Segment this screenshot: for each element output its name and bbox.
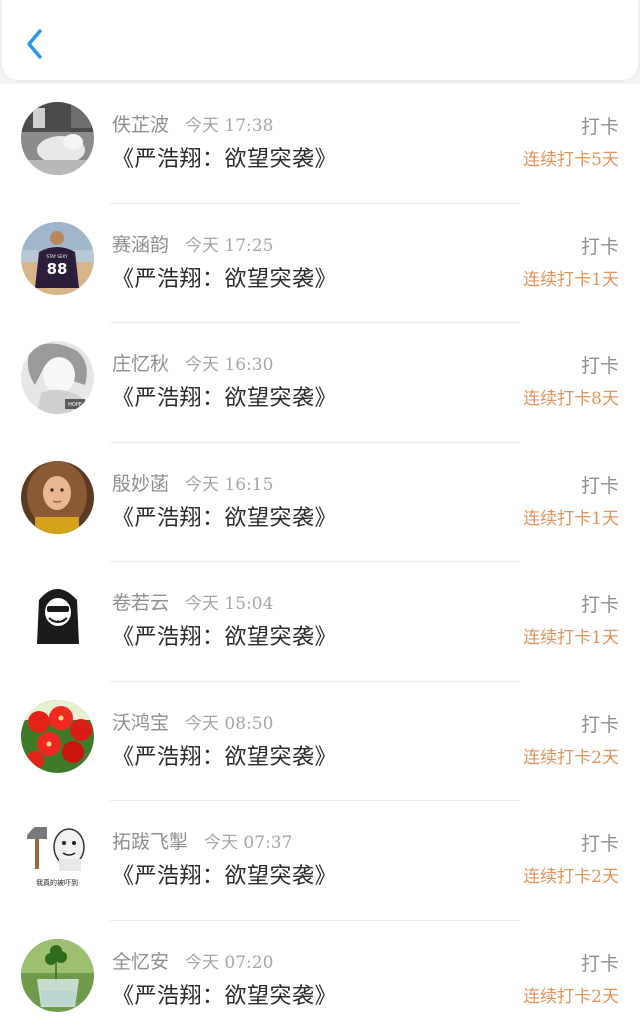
user-name: 赛涵韵 今天 17:25	[112, 233, 274, 256]
book-title: 《严浩翔：欲望突袭》	[112, 386, 338, 411]
list-item[interactable]: 全忆安 今天 07:20 《严浩翔：欲望突袭》 打卡 连续打卡2天	[0, 921, 640, 1029]
streak-badge: 连续打卡2天	[523, 986, 619, 1007]
streak-badge: 连续打卡5天	[523, 150, 619, 170]
streak-badge: 连续打卡1天	[523, 269, 619, 290]
checkin-time: 今天 16:30	[185, 355, 274, 375]
list-item[interactable]: 卷若云 今天 15:04 《严浩翔：欲望突袭》 打卡 连续打卡1天	[0, 562, 640, 682]
avatar-photo	[21, 102, 94, 175]
user-name: 殷妙菡 今天 16:15	[112, 472, 274, 495]
svg-text:STAY SEXY: STAY SEXY	[46, 254, 68, 259]
checkin-time: 今天 15:04	[185, 594, 274, 614]
user-name: 沃鸿宝 今天 08:50	[112, 711, 274, 734]
checkin-label: 打卡	[580, 713, 619, 736]
avatar[interactable]	[21, 460, 94, 534]
list-item[interactable]: 我真的被吓到 拓跋飞掣 今天 07:37 《严浩翔：欲望突袭》 打卡 连续打卡2天	[0, 801, 640, 921]
list-item[interactable]: 佚芷波 今天 17:38 《严浩翔：欲望突袭》 打卡 连续打卡5天	[0, 84, 640, 204]
avatar[interactable]	[21, 699, 94, 773]
book-title: 《严浩翔：欲望突袭》	[112, 983, 338, 1009]
svg-text:HOPE: HOPE	[68, 402, 82, 408]
avatar-cartoon	[21, 580, 94, 653]
chevron-left-icon	[27, 29, 42, 59]
avatar[interactable]	[21, 102, 94, 175]
list-item[interactable]: 88 STAY SEXY 赛涵韵 今天 17:25 《严浩翔：欲望突袭》 打卡 连…	[0, 204, 640, 323]
checkin-label: 打卡	[580, 952, 619, 975]
svg-text:88: 88	[47, 260, 68, 278]
checkin-time: 今天 17:25	[185, 235, 274, 256]
avatar-photo: 88 STAY SEXY	[21, 221, 94, 295]
checkin-time: 今天 08:50	[185, 713, 274, 734]
streak-badge: 连续打卡8天	[523, 389, 619, 409]
list-item[interactable]: 殷妙菡 今天 16:15 《严浩翔：欲望突袭》 打卡 连续打卡1天	[0, 443, 640, 562]
streak-badge: 连续打卡1天	[523, 628, 619, 648]
checkin-label: 打卡	[580, 235, 619, 258]
checkin-time: 今天 07:20	[185, 952, 274, 973]
avatar-illustration: HOPE	[21, 341, 94, 414]
checkin-time: 今天 16:15	[185, 474, 274, 495]
user-name: 庄忆秋 今天 16:30	[112, 353, 274, 375]
avatar-meme: 我真的被吓到	[21, 819, 94, 892]
book-title: 《严浩翔：欲望突袭》	[112, 864, 338, 889]
streak-badge: 连续打卡1天	[523, 508, 619, 529]
book-title: 《严浩翔：欲望突袭》	[112, 266, 338, 292]
checkin-label: 打卡	[580, 594, 619, 616]
avatar[interactable]: 88 STAY SEXY	[21, 221, 94, 295]
user-name: 卷若云 今天 15:04	[112, 592, 274, 614]
svg-text:我真的被吓到: 我真的被吓到	[36, 878, 78, 887]
avatar[interactable]	[21, 938, 94, 1012]
checkin-label: 打卡	[580, 474, 619, 497]
avatar-photo	[21, 460, 94, 534]
user-name: 拓跋飞掣 今天 07:37	[112, 831, 293, 853]
checkin-label: 打卡	[580, 833, 619, 855]
checkin-list: 佚芷波 今天 17:38 《严浩翔：欲望突袭》 打卡 连续打卡5天 88 STAY…	[0, 84, 640, 1029]
checkin-label: 打卡	[580, 355, 619, 377]
avatar[interactable]: 我真的被吓到	[21, 819, 94, 892]
book-title: 《严浩翔：欲望突袭》	[112, 625, 338, 650]
checkin-time: 今天 07:37	[204, 833, 293, 853]
streak-badge: 连续打卡2天	[523, 747, 619, 768]
book-title: 《严浩翔：欲望突袭》	[112, 744, 338, 770]
checkin-time: 今天 17:38	[185, 116, 274, 136]
list-item[interactable]: 沃鸿宝 今天 08:50 《严浩翔：欲望突袭》 打卡 连续打卡2天	[0, 682, 640, 801]
top-bar	[2, 0, 638, 80]
user-name: 佚芷波 今天 17:38	[112, 114, 274, 136]
streak-badge: 连续打卡2天	[523, 867, 619, 887]
avatar[interactable]	[21, 580, 94, 653]
avatar-photo	[21, 938, 94, 1012]
user-name: 全忆安 今天 07:20	[112, 950, 274, 973]
book-title: 《严浩翔：欲望突袭》	[112, 147, 338, 172]
back-button[interactable]	[20, 24, 54, 64]
book-title: 《严浩翔：欲望突袭》	[112, 505, 338, 531]
list-item[interactable]: HOPE 庄忆秋 今天 16:30 《严浩翔：欲望突袭》 打卡 连续打卡8天	[0, 323, 640, 443]
checkin-label: 打卡	[580, 116, 619, 138]
avatar-photo	[21, 699, 94, 773]
avatar[interactable]: HOPE	[21, 341, 94, 414]
